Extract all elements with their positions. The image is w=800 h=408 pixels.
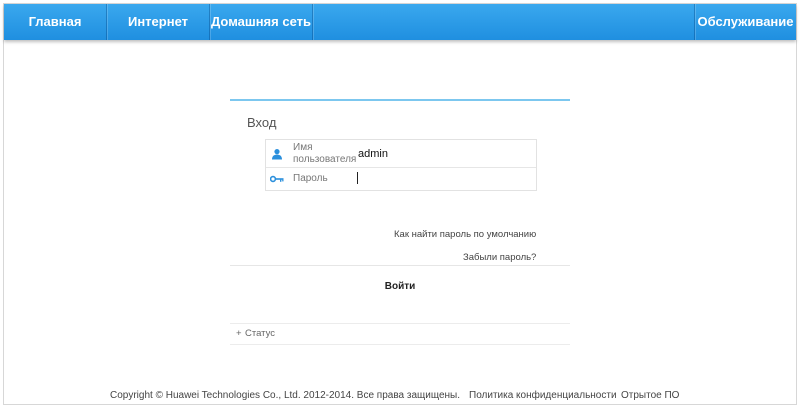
login-panel-top-border xyxy=(230,99,570,101)
user-icon xyxy=(266,140,288,167)
expand-icon: + xyxy=(236,328,242,339)
top-navbar: Главная Интернет Домашняя сеть Обслужива… xyxy=(4,4,796,40)
text-cursor xyxy=(357,172,358,184)
footer-copyright: Copyright © Huawei Technologies Co., Ltd… xyxy=(110,390,460,401)
find-default-password-link[interactable]: Как найти пароль по умолчанию xyxy=(394,229,536,240)
username-input[interactable] xyxy=(358,140,534,167)
username-label: Имя пользователя xyxy=(293,142,357,165)
status-label: Статус xyxy=(245,328,276,339)
divider xyxy=(230,265,570,266)
nav-home[interactable]: Главная xyxy=(4,4,106,40)
footer-privacy-link[interactable]: Политика конфиденциальности xyxy=(469,390,617,401)
status-expander[interactable]: + Статус xyxy=(230,323,570,345)
password-input[interactable] xyxy=(358,168,534,190)
password-row: Пароль xyxy=(266,168,536,190)
key-icon xyxy=(266,168,288,190)
nav-home-network[interactable]: Домашняя сеть xyxy=(210,4,312,40)
username-row: Имя пользователя xyxy=(266,140,536,168)
nav-maintenance[interactable]: Обслуживание xyxy=(695,4,796,40)
nav-internet[interactable]: Интернет xyxy=(107,4,209,40)
password-label: Пароль xyxy=(293,173,328,184)
login-title: Вход xyxy=(247,115,277,130)
login-button[interactable]: Войти xyxy=(230,276,570,296)
footer-open-source-link[interactable]: Отрытое ПО xyxy=(621,390,679,401)
login-form: Имя пользователя Пароль xyxy=(265,139,537,191)
forgot-password-link[interactable]: Забыли пароль? xyxy=(463,252,536,263)
nav-separator xyxy=(312,4,313,40)
